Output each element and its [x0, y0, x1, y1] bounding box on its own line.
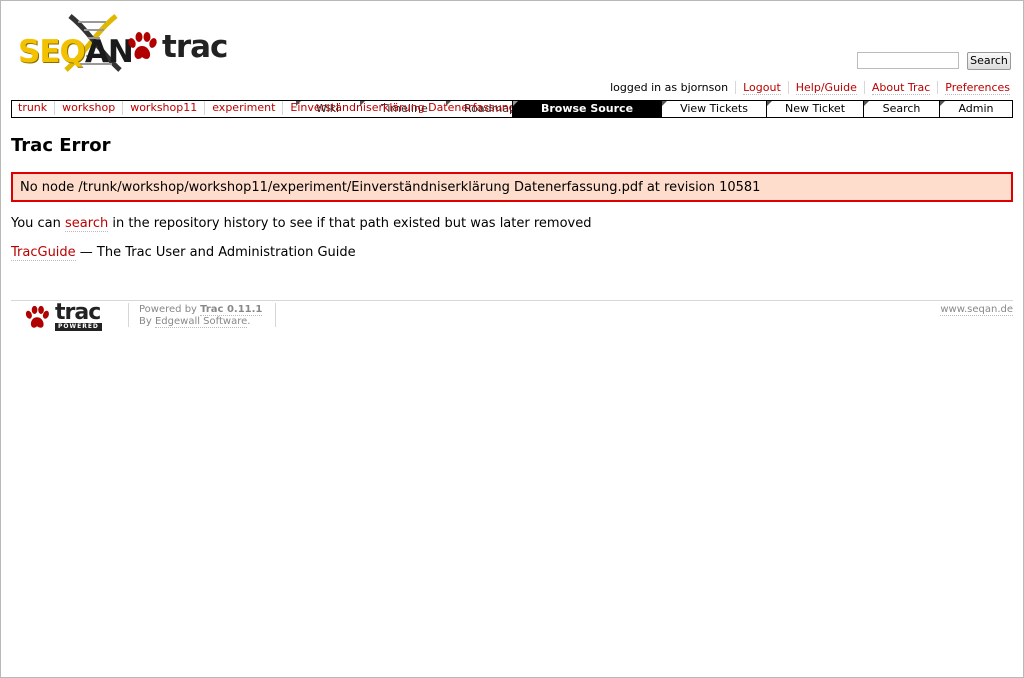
- search-input[interactable]: [857, 52, 959, 69]
- error-message-box: No node /trunk/workshop/workshop11/exper…: [11, 172, 1013, 202]
- logout-link[interactable]: Logout: [743, 81, 781, 95]
- footer-separator: [275, 303, 276, 327]
- footer-separator: [128, 303, 129, 327]
- footer-trac-text: trac: [55, 300, 101, 325]
- breadcrumb-workshop11[interactable]: workshop11: [130, 101, 197, 114]
- guide-line: TracGuide — The Trac User and Administra…: [11, 245, 356, 261]
- preferences-link[interactable]: Preferences: [945, 81, 1010, 95]
- breadcrumb: trunk workshop workshop11 experiment Ein…: [11, 101, 544, 115]
- logged-in-status: logged in as bjornson: [610, 81, 729, 94]
- seqan-trac-logo[interactable]: SEQAN trac: [16, 12, 228, 74]
- footer-credits: Powered by Trac 0.11.1 By Edgewall Softw…: [139, 304, 263, 328]
- footer-site: www.seqan.de: [940, 304, 1013, 316]
- trac-version-link[interactable]: Trac 0.11.1: [200, 304, 263, 316]
- paw-icon: [25, 305, 49, 328]
- about-trac-link[interactable]: About Trac: [871, 81, 931, 95]
- tab-view-tickets[interactable]: View Tickets: [661, 101, 766, 117]
- tab-search[interactable]: Search: [863, 101, 939, 117]
- help-guide-link[interactable]: Help/Guide: [795, 81, 857, 95]
- trac-powered-logo[interactable]: trac POWERED: [24, 300, 128, 333]
- error-message: No node /trunk/workshop/workshop11/exper…: [20, 180, 761, 195]
- site-link[interactable]: www.seqan.de: [940, 304, 1013, 316]
- main-navigation: Browse Source View Tickets New Ticket Se…: [512, 100, 1013, 118]
- breadcrumb-trunk[interactable]: trunk: [18, 101, 47, 114]
- powered-badge: POWERED: [55, 323, 102, 331]
- page-title: Trac Error: [11, 135, 111, 156]
- logo-seqan-text: SEQAN: [18, 34, 134, 70]
- breadcrumb-file[interactable]: Einverständniserklärung Datenerfassung.p…: [290, 101, 537, 114]
- edgewall-link[interactable]: Edgewall Software: [154, 316, 248, 328]
- search-hint: You can search in the repository history…: [11, 216, 592, 232]
- tab-browse-source[interactable]: Browse Source: [513, 101, 661, 117]
- breadcrumb-workshop[interactable]: workshop: [62, 101, 115, 114]
- search-history-link[interactable]: search: [65, 216, 109, 232]
- meta-navigation: logged in as bjornson Logout Help/Guide …: [603, 81, 1010, 95]
- tab-admin[interactable]: Admin: [939, 101, 1012, 117]
- breadcrumb-experiment[interactable]: experiment: [212, 101, 275, 114]
- paw-icon: [128, 32, 157, 59]
- trac-guide-link[interactable]: TracGuide: [11, 245, 76, 261]
- logo-trac-text: trac: [162, 29, 228, 65]
- search-button[interactable]: Search: [967, 52, 1011, 70]
- footer-divider: [11, 300, 1013, 301]
- tab-new-ticket[interactable]: New Ticket: [766, 101, 863, 117]
